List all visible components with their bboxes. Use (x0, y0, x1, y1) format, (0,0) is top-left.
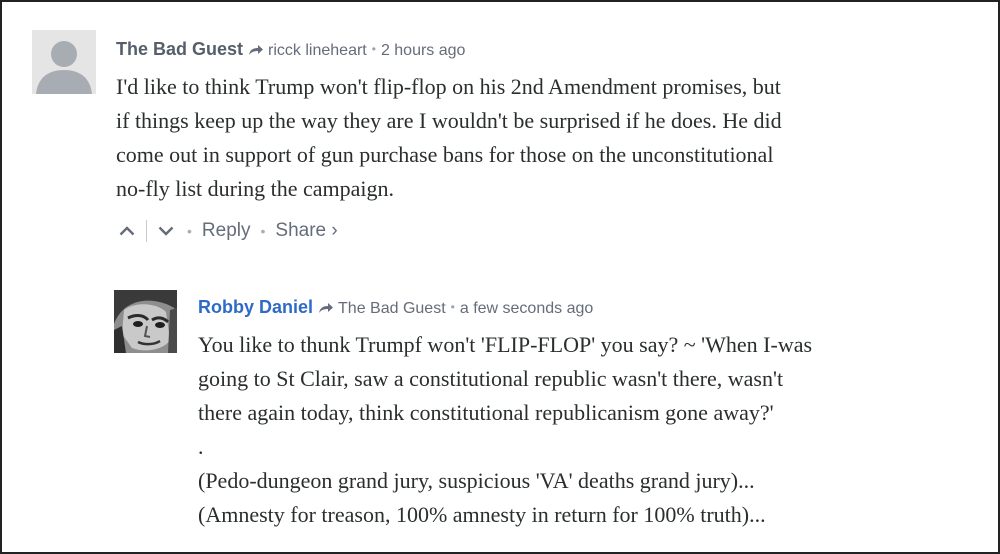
comment-line: (Amnesty for treason, 100% amnesty in re… (198, 502, 766, 527)
comment-body: I'd like to think Trump won't flip-flop … (116, 70, 782, 206)
user-photo-avatar[interactable] (114, 290, 177, 353)
comment-line: no-fly list during the campaign. (116, 176, 394, 201)
downvote-icon[interactable] (155, 220, 177, 242)
reply-arrow-icon (248, 39, 264, 61)
comment-author[interactable]: The Bad Guest (116, 39, 243, 59)
default-avatar-icon[interactable] (32, 30, 96, 94)
comment-actions: • Reply • Share › (116, 216, 338, 246)
separator-dot: • (371, 42, 376, 56)
upvote-icon[interactable] (116, 220, 138, 242)
comment-meta: Robby Daniel The Bad Guest • a few seconds … (198, 296, 593, 320)
separator-dot: • (187, 223, 192, 239)
comment-line: I'd like to think Trump won't flip-flop … (116, 74, 781, 99)
comment-thread: The Bad Guest ricck lineheart • 2 hours ago… (0, 0, 1000, 554)
comment-line: come out in support of gun purchase bans… (116, 142, 774, 167)
share-button[interactable]: Share › (275, 220, 337, 242)
comment-body: You like to thunk Trumpf won't 'FLIP-FLO… (198, 328, 812, 532)
comment-meta: The Bad Guest ricck lineheart • 2 hours ago (116, 38, 465, 62)
reply-to-user[interactable]: The Bad Guest (338, 300, 446, 317)
vote-divider (146, 220, 147, 242)
comment-author[interactable]: Robby Daniel (198, 297, 313, 317)
comment-line: if things keep up the way they are I wou… (116, 108, 782, 133)
comment-line: going to St Clair, saw a constitutional … (198, 366, 784, 391)
comment-line: You like to thunk Trumpf won't 'FLIP-FLO… (198, 332, 813, 357)
reply-to-user[interactable]: ricck lineheart (268, 42, 367, 59)
comment-line: there again today, think constitutional … (198, 400, 774, 425)
comment-timestamp[interactable]: 2 hours ago (381, 42, 466, 59)
comment-line: (Pedo-dungeon grand jury, suspicious 'VA… (198, 468, 755, 493)
reply-arrow-icon (318, 297, 334, 319)
separator-dot: • (450, 300, 455, 314)
comment-line: . (198, 434, 204, 459)
reply-button[interactable]: Reply (202, 220, 251, 242)
separator-dot: • (260, 223, 266, 239)
comment-timestamp[interactable]: a few seconds ago (460, 300, 593, 317)
